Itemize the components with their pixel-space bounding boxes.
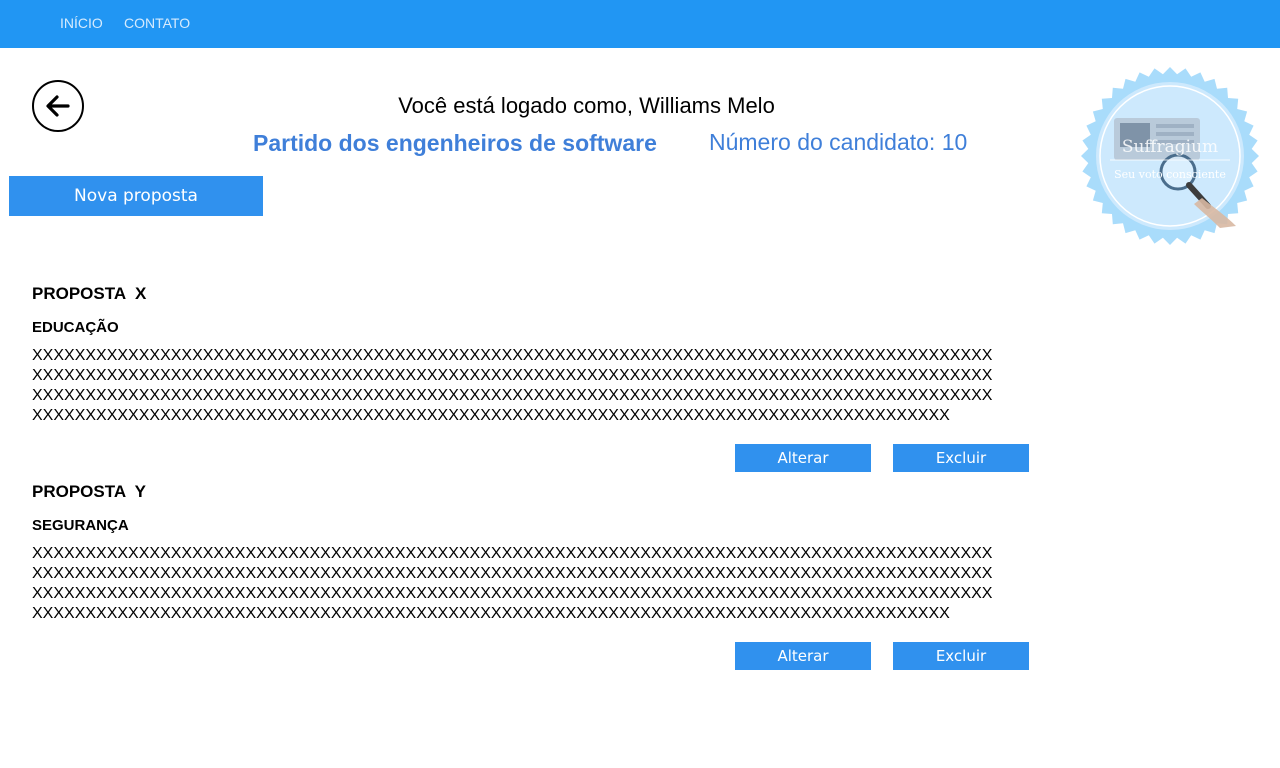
nav-link-contato[interactable]: CONTATO <box>124 15 190 31</box>
logo-brand-text: Suffragium <box>1122 137 1218 157</box>
new-proposal-button[interactable]: Nova proposta <box>9 176 263 216</box>
proposal-category: EDUCAÇÃO <box>32 319 119 336</box>
proposal-category: SEGURANÇA <box>32 517 129 534</box>
delete-proposal-button[interactable]: Excluir <box>893 444 1029 472</box>
proposal-text: XXXXXXXXXXXXXXXXXXXXXXXXXXXXXXXXXXXXXXXX… <box>32 347 993 424</box>
top-navbar: INÍCIO CONTATO <box>0 0 1280 48</box>
proposal-text: XXXXXXXXXXXXXXXXXXXXXXXXXXXXXXXXXXXXXXXX… <box>32 545 993 622</box>
edit-proposal-button[interactable]: Alterar <box>735 642 871 670</box>
logo-tagline-text: Seu voto consciente <box>1114 168 1226 181</box>
logged-user-greeting: Você está logado como, Williams Melo <box>398 93 775 118</box>
suffragium-logo: Suffragium Seu voto consciente <box>1081 67 1259 245</box>
delete-proposal-button[interactable]: Excluir <box>893 642 1029 670</box>
party-name: Partido dos engenheiros de software <box>253 130 657 156</box>
proposal-title: PROPOSTA X <box>32 284 147 303</box>
proposal-title: PROPOSTA Y <box>32 482 146 501</box>
nav-link-inicio[interactable]: INÍCIO <box>60 15 103 31</box>
edit-proposal-button[interactable]: Alterar <box>735 444 871 472</box>
candidate-number: Número do candidato: 10 <box>709 129 968 155</box>
